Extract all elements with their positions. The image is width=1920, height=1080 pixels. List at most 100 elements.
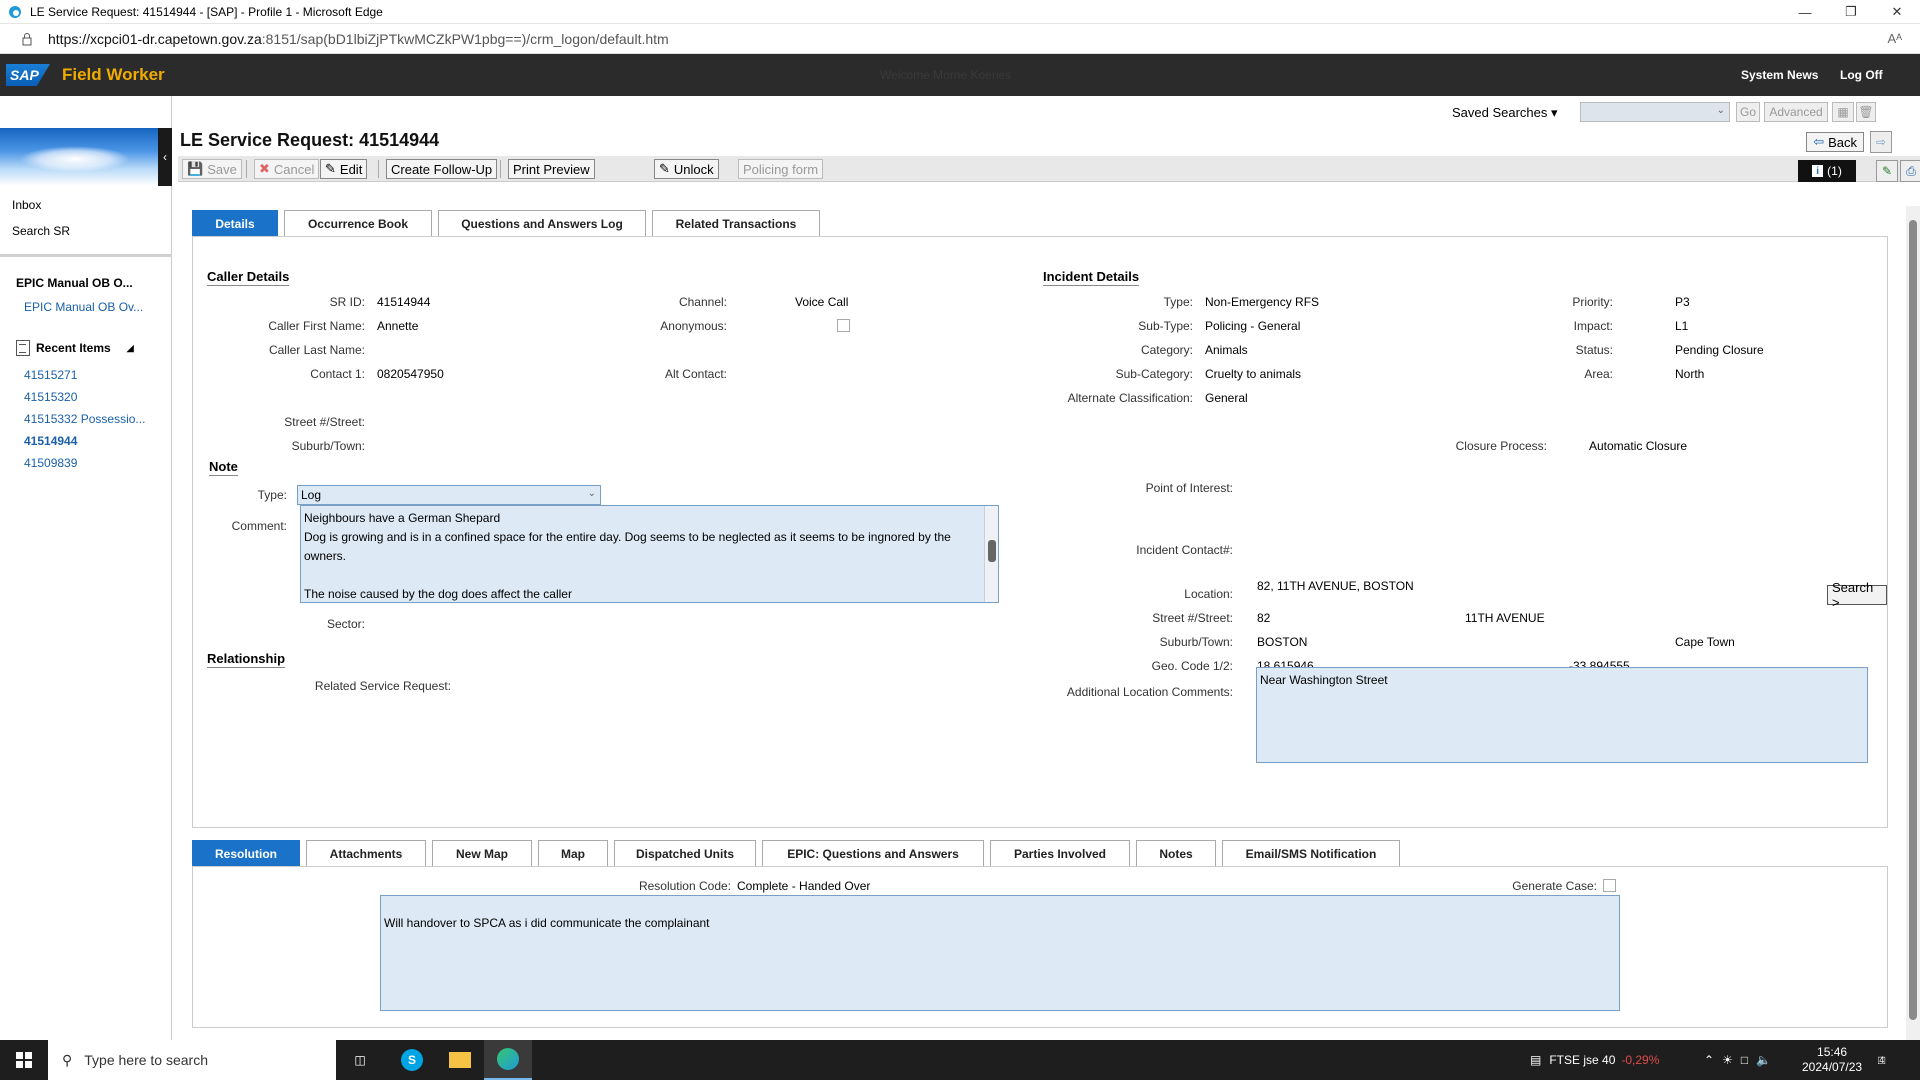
forward-icon[interactable]: ⇨ xyxy=(1870,131,1892,153)
back-button[interactable]: ⇦ Back xyxy=(1806,132,1864,152)
notification-center-icon[interactable]: □ 4 xyxy=(1878,1040,1885,1080)
browser-titlebar: LE Service Request: 41514944 - [SAP] - P… xyxy=(0,0,1920,24)
stock-ticker[interactable]: ▤ FTSE jse 40 -0,29% xyxy=(1530,1040,1659,1080)
generate-case-checkbox[interactable] xyxy=(1603,879,1616,892)
nav-inbox[interactable]: Inbox xyxy=(12,198,41,212)
alt-classification-value: General xyxy=(1205,391,1248,405)
comment-line: Dog is growing and is in a confined spac… xyxy=(304,530,951,544)
recent-item-current[interactable]: 41514944 xyxy=(24,434,77,448)
sr-id-label: SR ID: xyxy=(329,295,365,309)
tab-new-map[interactable]: New Map xyxy=(432,840,532,866)
resolution-textarea[interactable]: Will handover to SPCA as i did communica… xyxy=(380,895,1620,1011)
tab-occurrence-book[interactable]: Occurrence Book xyxy=(284,210,432,236)
info-messages[interactable]: i (1) xyxy=(1798,160,1856,182)
clock[interactable]: 15:46 2024/07/23 xyxy=(1802,1040,1862,1080)
location-search-button[interactable]: Search > xyxy=(1827,580,1887,610)
file-explorer-icon[interactable] xyxy=(436,1040,484,1080)
tab-resolution[interactable]: Resolution xyxy=(192,840,300,866)
cancel-button[interactable]: ✖ Cancel xyxy=(254,159,320,179)
tab-questions-answers-log[interactable]: Questions and Answers Log xyxy=(438,210,646,236)
additional-location-textarea[interactable]: Near Washington Street xyxy=(1256,667,1868,763)
nav-search-sr[interactable]: Search SR xyxy=(12,224,70,238)
printer-icon[interactable]: ⎙ xyxy=(1900,160,1920,182)
contact1-value[interactable]: 0820547950 xyxy=(377,367,444,381)
unlock-icon: ✎ xyxy=(659,161,670,176)
tab-attachments[interactable]: Attachments xyxy=(306,840,426,866)
tab-notes[interactable]: Notes xyxy=(1136,840,1216,866)
location-value: 82, 11TH AVENUE, BOSTON xyxy=(1257,579,1414,593)
incident-suburb-label: Suburb/Town: xyxy=(1159,635,1233,649)
saved-searches-select[interactable]: ⌄ xyxy=(1580,102,1730,122)
recent-item[interactable]: 41515320 xyxy=(24,390,77,404)
caller-first-name-value[interactable]: Annette xyxy=(377,319,418,333)
system-news-link[interactable]: System News xyxy=(1741,68,1818,82)
create-follow-up-button[interactable]: Create Follow-Up xyxy=(386,159,498,179)
recent-item[interactable]: 41515332 Possessio... xyxy=(24,412,145,426)
task-view-icon[interactable]: ◫ xyxy=(336,1040,384,1080)
tab-parties-involved[interactable]: Parties Involved xyxy=(990,840,1130,866)
save-button[interactable]: 💾 Save xyxy=(182,159,242,179)
go-button[interactable]: Go xyxy=(1736,102,1760,122)
edit-icon: ✎ xyxy=(325,161,336,176)
weather-icon[interactable]: ☀ xyxy=(1722,1053,1733,1067)
taskbar-search-input[interactable]: ⚲ Type here to search xyxy=(48,1040,336,1080)
priority-value: P3 xyxy=(1675,295,1690,309)
recent-item[interactable]: 41509839 xyxy=(24,456,77,470)
advanced-button[interactable]: Advanced xyxy=(1764,102,1828,122)
saved-searches-label[interactable]: Saved Searches ▾ xyxy=(1452,105,1558,121)
page-scrollbar[interactable] xyxy=(1906,206,1920,1040)
personalize-icon[interactable]: ▦ xyxy=(1832,102,1854,122)
chevron-down-icon: ⌄ xyxy=(1716,105,1725,116)
comment-scrollbar[interactable] xyxy=(984,506,998,602)
sector-label: Sector: xyxy=(326,617,365,631)
collapse-nav-icon[interactable]: ‹ xyxy=(158,128,172,186)
relationship-title: Relationship xyxy=(207,651,286,668)
edit-button[interactable]: ✎ Edit xyxy=(320,159,368,179)
show-hidden-icons[interactable]: ⌃ xyxy=(1704,1053,1714,1067)
address-bar[interactable]: https://xcpci01-dr.capetown.gov.za:8151/… xyxy=(0,24,1920,54)
tab-map[interactable]: Map xyxy=(538,840,608,866)
skype-icon[interactable]: S xyxy=(388,1040,436,1080)
caller-first-name-label: Caller First Name: xyxy=(268,319,365,333)
tab-email-sms-notification[interactable]: Email/SMS Notification xyxy=(1222,840,1400,866)
read-aloud-icon[interactable]: Aᴬ xyxy=(1887,31,1902,46)
minimize-button[interactable]: — xyxy=(1782,0,1828,24)
print-preview-button[interactable]: Print Preview xyxy=(508,159,595,179)
restore-button[interactable]: ❐ xyxy=(1828,0,1874,24)
tab-details[interactable]: Details xyxy=(192,210,278,236)
dropdown-arrow-icon: ▾ xyxy=(1551,105,1558,120)
recent-item[interactable]: 41515271 xyxy=(24,368,77,382)
street-name-value: 11TH AVENUE xyxy=(1465,611,1545,625)
tab-dispatched-units[interactable]: Dispatched Units xyxy=(614,840,756,866)
channel-label: Channel: xyxy=(678,295,727,309)
unlock-button[interactable]: ✎ Unlock xyxy=(654,159,719,179)
volume-icon[interactable]: 🔈 xyxy=(1756,1053,1771,1067)
anonymous-checkbox[interactable] xyxy=(837,319,850,332)
comment-line xyxy=(304,566,995,585)
trash-icon[interactable]: 🗑 xyxy=(1856,102,1876,122)
cancel-icon: ✖ xyxy=(259,161,270,176)
nav-group-link[interactable]: EPIC Manual OB Ov... xyxy=(24,300,143,314)
url-text[interactable]: https://xcpci01-dr.capetown.gov.za:8151/… xyxy=(48,31,669,47)
notification-count: 4 xyxy=(1879,1055,1885,1065)
close-button[interactable]: ✕ xyxy=(1874,0,1920,24)
network-icon[interactable]: □ xyxy=(1741,1053,1748,1067)
edge-taskbar-icon[interactable] xyxy=(484,1040,532,1080)
windows-start-icon[interactable] xyxy=(0,1040,48,1080)
url-host: https://xcpci01-dr.capetown.gov.za xyxy=(48,30,262,47)
policing-form-button[interactable]: Policing form xyxy=(738,159,824,179)
edge-logo-icon xyxy=(9,5,21,18)
sap-header: SAP Field Worker Welcome Morne Koeries S… xyxy=(0,54,1920,96)
tab-epic-questions-answers[interactable]: EPIC: Questions and Answers xyxy=(762,840,984,866)
comment-textarea[interactable]: Neighbours have a German Shepard Dog is … xyxy=(300,505,999,603)
generate-case-label: Generate Case: xyxy=(1512,879,1597,893)
tab-related-transactions[interactable]: Related Transactions xyxy=(652,210,820,236)
log-off-link[interactable]: Log Off xyxy=(1840,68,1883,82)
related-sr-label: Related Service Request: xyxy=(314,679,451,693)
note-type-select[interactable]: Log ⌄ xyxy=(297,485,601,505)
impact-value: L1 xyxy=(1675,319,1689,333)
subtype-label: Sub-Type: xyxy=(1138,319,1193,333)
user-settings-icon[interactable]: ✎ xyxy=(1876,160,1898,182)
suburb-value: BOSTON xyxy=(1257,635,1308,649)
caller-last-name-label: Caller Last Name: xyxy=(268,343,365,357)
